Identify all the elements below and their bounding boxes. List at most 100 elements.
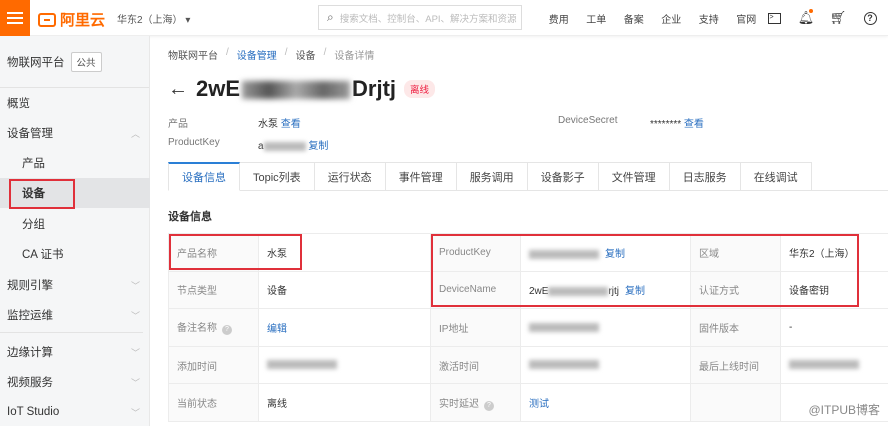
tab[interactable]: 在线调试	[741, 162, 812, 191]
sidebar-item[interactable]: 分组	[0, 209, 150, 239]
redacted-value	[529, 323, 599, 332]
top-nav-item[interactable]: 工单	[578, 11, 616, 26]
redacted-value	[529, 360, 599, 369]
section-title: 设备信息	[168, 208, 212, 224]
top-nav-item[interactable]: 支持	[690, 11, 728, 26]
chevron-down-icon: ﹀	[131, 406, 140, 419]
action-link[interactable]: 复制	[605, 249, 625, 260]
sidebar-item[interactable]: 概览	[0, 88, 150, 118]
menu-icon[interactable]	[0, 0, 30, 36]
field-value	[781, 346, 888, 384]
tab[interactable]: 事件管理	[386, 162, 457, 191]
value-text: 离线	[267, 399, 287, 410]
tab[interactable]: 文件管理	[599, 162, 670, 191]
chevron-down-icon: ﹀	[131, 376, 140, 389]
watermark: @ITPUB博客	[808, 401, 880, 418]
sidebar-title: 物联网平台	[7, 54, 65, 70]
action-link[interactable]: 编辑	[267, 324, 287, 335]
sidebar-tag[interactable]: 公共	[71, 52, 102, 72]
search-placeholder: 搜索文档、控制台、API、解决方案和资源	[340, 11, 517, 25]
label-text: 激活时间	[439, 362, 479, 373]
field-label: 认证方式	[691, 271, 781, 309]
label-text: 添加时间	[177, 362, 217, 373]
field-label: ProductKey	[431, 234, 521, 272]
tab[interactable]: 日志服务	[670, 162, 741, 191]
field-value: 测试	[521, 384, 691, 422]
table-row: 产品名称水泵ProductKey复制区域华东2（上海）	[169, 234, 888, 272]
terminal-icon[interactable]: >	[766, 10, 782, 26]
sidebar-item-label: 监控运维	[7, 307, 53, 323]
sidebar-item[interactable]: IoT Studio﹀	[0, 397, 150, 427]
table-row: 备注名称?编辑IP地址固件版本-	[169, 309, 888, 347]
breadcrumb-item[interactable]: 物联网平台	[168, 47, 218, 62]
cart-icon[interactable]: 🛒︎	[830, 10, 846, 26]
page-title: ← 2wEDrjtj 离线	[168, 76, 435, 102]
field-value: 2wErjtj复制	[521, 271, 691, 309]
label-text: 实时延迟	[439, 399, 479, 410]
field-label: 备注名称?	[169, 309, 259, 347]
sidebar-item[interactable]: 边缘计算﹀	[0, 337, 150, 367]
main-content: 物联网平台/ 设备管理/ 设备/ 设备详情 ← 2wEDrjtj 离线 产品 水…	[150, 36, 888, 426]
field-value: 复制	[521, 234, 691, 272]
breadcrumb: 物联网平台/ 设备管理/ 设备/ 设备详情	[168, 47, 374, 62]
tab[interactable]: 运行状态	[315, 162, 386, 191]
field-value: -	[781, 309, 888, 347]
sidebar-item[interactable]: 产品	[0, 148, 150, 178]
tab[interactable]: 设备信息	[168, 162, 240, 191]
field-label	[691, 384, 781, 422]
value-text: 设备密钥	[789, 286, 829, 297]
label-text: 认证方式	[699, 286, 739, 297]
redacted-value	[548, 287, 608, 296]
field-value: 编辑	[259, 309, 431, 347]
top-nav-item[interactable]: 费用	[540, 11, 578, 26]
product-label: 产品	[168, 115, 188, 130]
value-text: 水泵	[267, 249, 287, 260]
caret-down-icon: ▾	[185, 15, 190, 26]
tab[interactable]: Topic列表	[240, 162, 315, 191]
top-nav-item[interactable]: 备案	[615, 11, 653, 26]
breadcrumb-item[interactable]: 设备	[296, 47, 316, 62]
sidebar-item[interactable]: 设备管理︿	[0, 118, 150, 148]
label-text: 当前状态	[177, 399, 217, 410]
field-label: 固件版本	[691, 309, 781, 347]
label-text: 产品名称	[177, 249, 217, 260]
table-row: 节点类型设备DeviceName2wErjtj复制认证方式设备密钥	[169, 271, 888, 309]
sidebar-item[interactable]: 规则引擎﹀	[0, 270, 150, 300]
sidebar-item[interactable]: 监控运维﹀	[0, 300, 150, 330]
devicesecret-label: DeviceSecret	[558, 115, 617, 126]
help-icon[interactable]: ?	[484, 401, 494, 411]
sidebar-item[interactable]: 设备	[0, 178, 150, 208]
field-value	[521, 346, 691, 384]
copy-productkey-link[interactable]: 复制	[308, 141, 328, 152]
sidebar-item-label: 规则引擎	[7, 277, 53, 293]
field-label: 产品名称	[169, 234, 259, 272]
view-product-link[interactable]: 查看	[281, 119, 301, 130]
action-link[interactable]: 复制	[625, 286, 645, 297]
field-value	[259, 346, 431, 384]
region-selector[interactable]: 华东2（上海） ▾	[117, 11, 190, 26]
back-arrow-icon[interactable]: ←	[168, 78, 188, 101]
tab[interactable]: 服务调用	[457, 162, 528, 191]
search-input[interactable]: ⌕ 搜索文档、控制台、API、解决方案和资源	[318, 5, 522, 30]
tab[interactable]: 设备影子	[528, 162, 599, 191]
sidebar: 物联网平台公共 概览设备管理︿产品设备分组CA 证书规则引擎﹀监控运维﹀边缘计算…	[0, 36, 150, 426]
bell-icon[interactable]: 🔔︎	[798, 10, 814, 26]
action-link[interactable]: 测试	[529, 399, 549, 410]
label-text: 最后上线时间	[699, 362, 759, 373]
sidebar-item[interactable]: CA 证书	[0, 239, 150, 269]
field-label: 最后上线时间	[691, 346, 781, 384]
help-icon[interactable]: ?	[222, 325, 232, 335]
view-secret-link[interactable]: 查看	[684, 119, 704, 130]
search-icon: ⌕	[327, 10, 334, 25]
table-row: 添加时间 激活时间 最后上线时间	[169, 346, 888, 384]
help-icon[interactable]: ?	[862, 10, 878, 26]
sidebar-item[interactable]: 视频服务﹀	[0, 367, 150, 397]
field-label: 实时延迟?	[431, 384, 521, 422]
breadcrumb-item[interactable]: 设备管理	[237, 47, 277, 62]
status-badge: 离线	[404, 80, 435, 98]
value-text: -	[789, 322, 792, 333]
redacted-value	[529, 250, 599, 259]
top-nav-item[interactable]: 官网	[728, 11, 766, 26]
logo[interactable]: 阿里云	[38, 9, 105, 30]
top-nav-item[interactable]: 企业	[653, 11, 691, 26]
